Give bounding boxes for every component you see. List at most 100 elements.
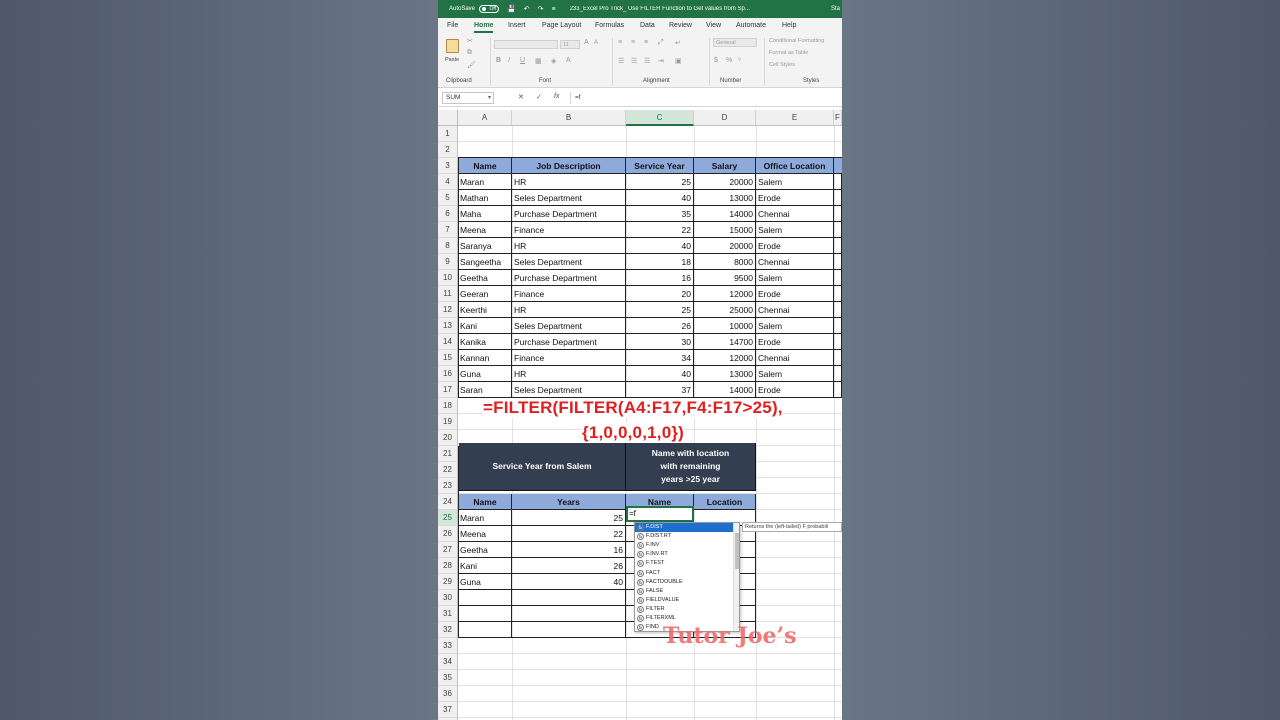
table-row-cell[interactable]: Meena <box>458 222 512 238</box>
autocomplete-item[interactable]: fx FACT <box>635 568 739 577</box>
table-row-cell[interactable]: 40 <box>626 366 694 382</box>
filter-row-cell[interactable]: Guna <box>458 574 512 590</box>
autocomplete-item[interactable]: fx F.INV <box>635 541 739 550</box>
redo-icon[interactable]: ↷ <box>538 5 544 13</box>
row-header-9[interactable]: 9 <box>438 254 458 270</box>
row-header-10[interactable]: 10 <box>438 270 458 286</box>
conditional-formatting-button[interactable]: Conditional Formatting <box>769 38 824 44</box>
table-row-cell[interactable] <box>834 366 842 382</box>
table-row-cell[interactable]: Erode <box>756 286 834 302</box>
row-header-25[interactable]: 25 <box>438 510 458 526</box>
row-header-8[interactable]: 8 <box>438 238 458 254</box>
number-format-box[interactable]: General <box>713 38 757 47</box>
table-row-cell[interactable]: Chennai <box>756 206 834 222</box>
table-row-cell[interactable]: 40 <box>626 190 694 206</box>
tab-page-layout[interactable]: Page Layout <box>542 22 581 29</box>
table-row-cell[interactable]: 9500 <box>694 270 756 286</box>
row-header-26[interactable]: 26 <box>438 526 458 542</box>
table-row-cell[interactable]: 12000 <box>694 286 756 302</box>
orientation-icon[interactable]: ⤢ <box>658 39 664 47</box>
filter-row-cell[interactable] <box>512 590 626 606</box>
filter-header-cell[interactable]: Years <box>512 494 626 510</box>
indent-icon[interactable]: ⇥ <box>658 57 664 65</box>
table-row-cell[interactable]: 13000 <box>694 190 756 206</box>
tab-home[interactable]: Home <box>474 22 494 33</box>
table-row-cell[interactable]: Guna <box>458 366 512 382</box>
bold-icon[interactable]: B <box>496 57 501 64</box>
table-row-cell[interactable]: 22 <box>626 222 694 238</box>
autocomplete-item[interactable]: fx FILTER <box>635 605 739 614</box>
filter-row-cell[interactable]: 26 <box>512 558 626 574</box>
tab-review[interactable]: Review <box>669 22 692 29</box>
comma-icon[interactable]: ⁹ <box>738 57 741 64</box>
table-row-cell[interactable]: Kani <box>458 318 512 334</box>
table-row-cell[interactable]: HR <box>512 302 626 318</box>
table-row-cell[interactable] <box>834 302 842 318</box>
paste-icon[interactable] <box>446 39 459 53</box>
align-center-icon[interactable]: ☰ <box>631 57 637 65</box>
align-top-icon[interactable]: ≡ <box>618 39 622 46</box>
filter-row-cell[interactable]: 25 <box>512 510 626 526</box>
table-header-cell[interactable]: Name <box>458 158 512 174</box>
filter-row-cell[interactable]: 16 <box>512 542 626 558</box>
tab-view[interactable]: View <box>706 22 721 29</box>
table-row-cell[interactable]: Mathan <box>458 190 512 206</box>
table-row-cell[interactable]: 37 <box>626 382 694 398</box>
autocomplete-item[interactable]: fx FALSE <box>635 587 739 596</box>
table-header-cell[interactable] <box>834 158 842 174</box>
row-header-35[interactable]: 35 <box>438 670 458 686</box>
table-row-cell[interactable]: Salem <box>756 318 834 334</box>
table-row-cell[interactable]: 8000 <box>694 254 756 270</box>
table-row-cell[interactable]: Salem <box>756 222 834 238</box>
currency-icon[interactable]: $ <box>714 57 718 64</box>
filter-row-cell[interactable]: 40 <box>512 574 626 590</box>
font-size-box[interactable]: 11 <box>560 40 580 49</box>
autocomplete-scroll-thumb[interactable] <box>735 533 739 569</box>
row-header-6[interactable]: 6 <box>438 206 458 222</box>
table-row-cell[interactable]: Salem <box>756 270 834 286</box>
row-header-7[interactable]: 7 <box>438 222 458 238</box>
table-row-cell[interactable]: Maran <box>458 174 512 190</box>
customize-toolbar-icon[interactable]: ≡ <box>552 6 556 13</box>
table-row-cell[interactable]: Kanika <box>458 334 512 350</box>
autocomplete-item[interactable]: fx FIELDVALUE <box>635 596 739 605</box>
table-row-cell[interactable]: 25 <box>626 174 694 190</box>
table-row-cell[interactable] <box>834 270 842 286</box>
table-row-cell[interactable]: Geetha <box>458 270 512 286</box>
row-header-19[interactable]: 19 <box>438 414 458 430</box>
table-row-cell[interactable]: Erode <box>756 190 834 206</box>
row-header-20[interactable]: 20 <box>438 430 458 446</box>
cut-icon[interactable]: ✂ <box>467 37 473 45</box>
table-row-cell[interactable] <box>834 382 842 398</box>
table-row-cell[interactable]: Finance <box>512 350 626 366</box>
row-header-36[interactable]: 36 <box>438 686 458 702</box>
table-row-cell[interactable]: Seles Department <box>512 318 626 334</box>
table-row-cell[interactable]: Geeran <box>458 286 512 302</box>
row-header-11[interactable]: 11 <box>438 286 458 302</box>
table-row-cell[interactable]: Chennai <box>756 350 834 366</box>
table-row-cell[interactable]: Purchase Department <box>512 206 626 222</box>
row-header-29[interactable]: 29 <box>438 574 458 590</box>
table-row-cell[interactable]: 40 <box>626 238 694 254</box>
filter-row-cell[interactable]: Geetha <box>458 542 512 558</box>
table-row-cell[interactable] <box>834 174 842 190</box>
row-header-1[interactable]: 1 <box>438 126 458 142</box>
table-row-cell[interactable]: 34 <box>626 350 694 366</box>
tab-formulas[interactable]: Formulas <box>595 22 624 29</box>
table-row-cell[interactable]: Salem <box>756 366 834 382</box>
autocomplete-scrollbar[interactable] <box>733 523 739 631</box>
autocomplete-item[interactable]: fx F.INV.RT <box>635 550 739 559</box>
table-row-cell[interactable]: HR <box>512 238 626 254</box>
table-row-cell[interactable]: 14000 <box>694 206 756 222</box>
row-header-12[interactable]: 12 <box>438 302 458 318</box>
table-row-cell[interactable]: Seles Department <box>512 254 626 270</box>
table-row-cell[interactable] <box>834 222 842 238</box>
row-header-33[interactable]: 33 <box>438 638 458 654</box>
row-header-32[interactable]: 32 <box>438 622 458 638</box>
column-header-b[interactable]: B <box>512 110 626 126</box>
table-row-cell[interactable]: HR <box>512 174 626 190</box>
table-row-cell[interactable]: HR <box>512 366 626 382</box>
filter-row-cell[interactable]: Kani <box>458 558 512 574</box>
font-color-icon[interactable]: A <box>566 57 571 64</box>
table-row-cell[interactable]: Saran <box>458 382 512 398</box>
